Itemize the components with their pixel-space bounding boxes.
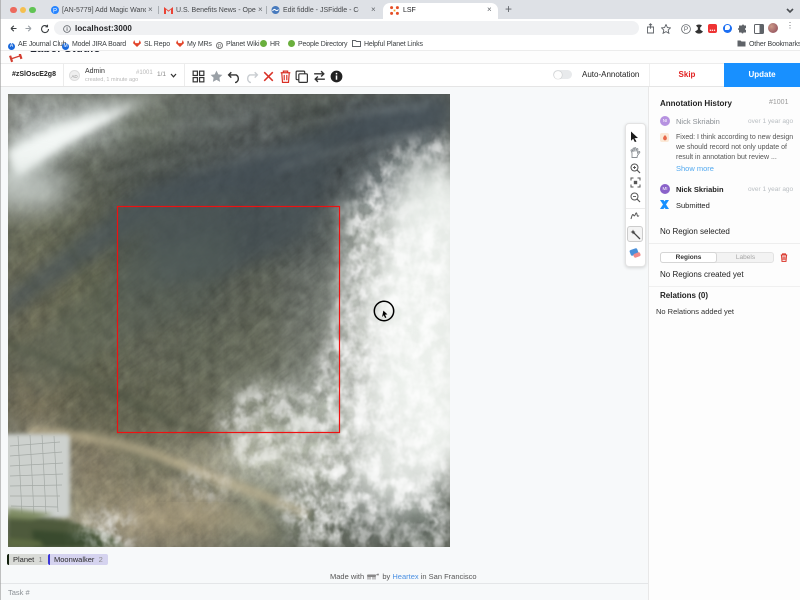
svg-text:P: P xyxy=(53,9,57,15)
svg-text:P: P xyxy=(684,26,688,33)
